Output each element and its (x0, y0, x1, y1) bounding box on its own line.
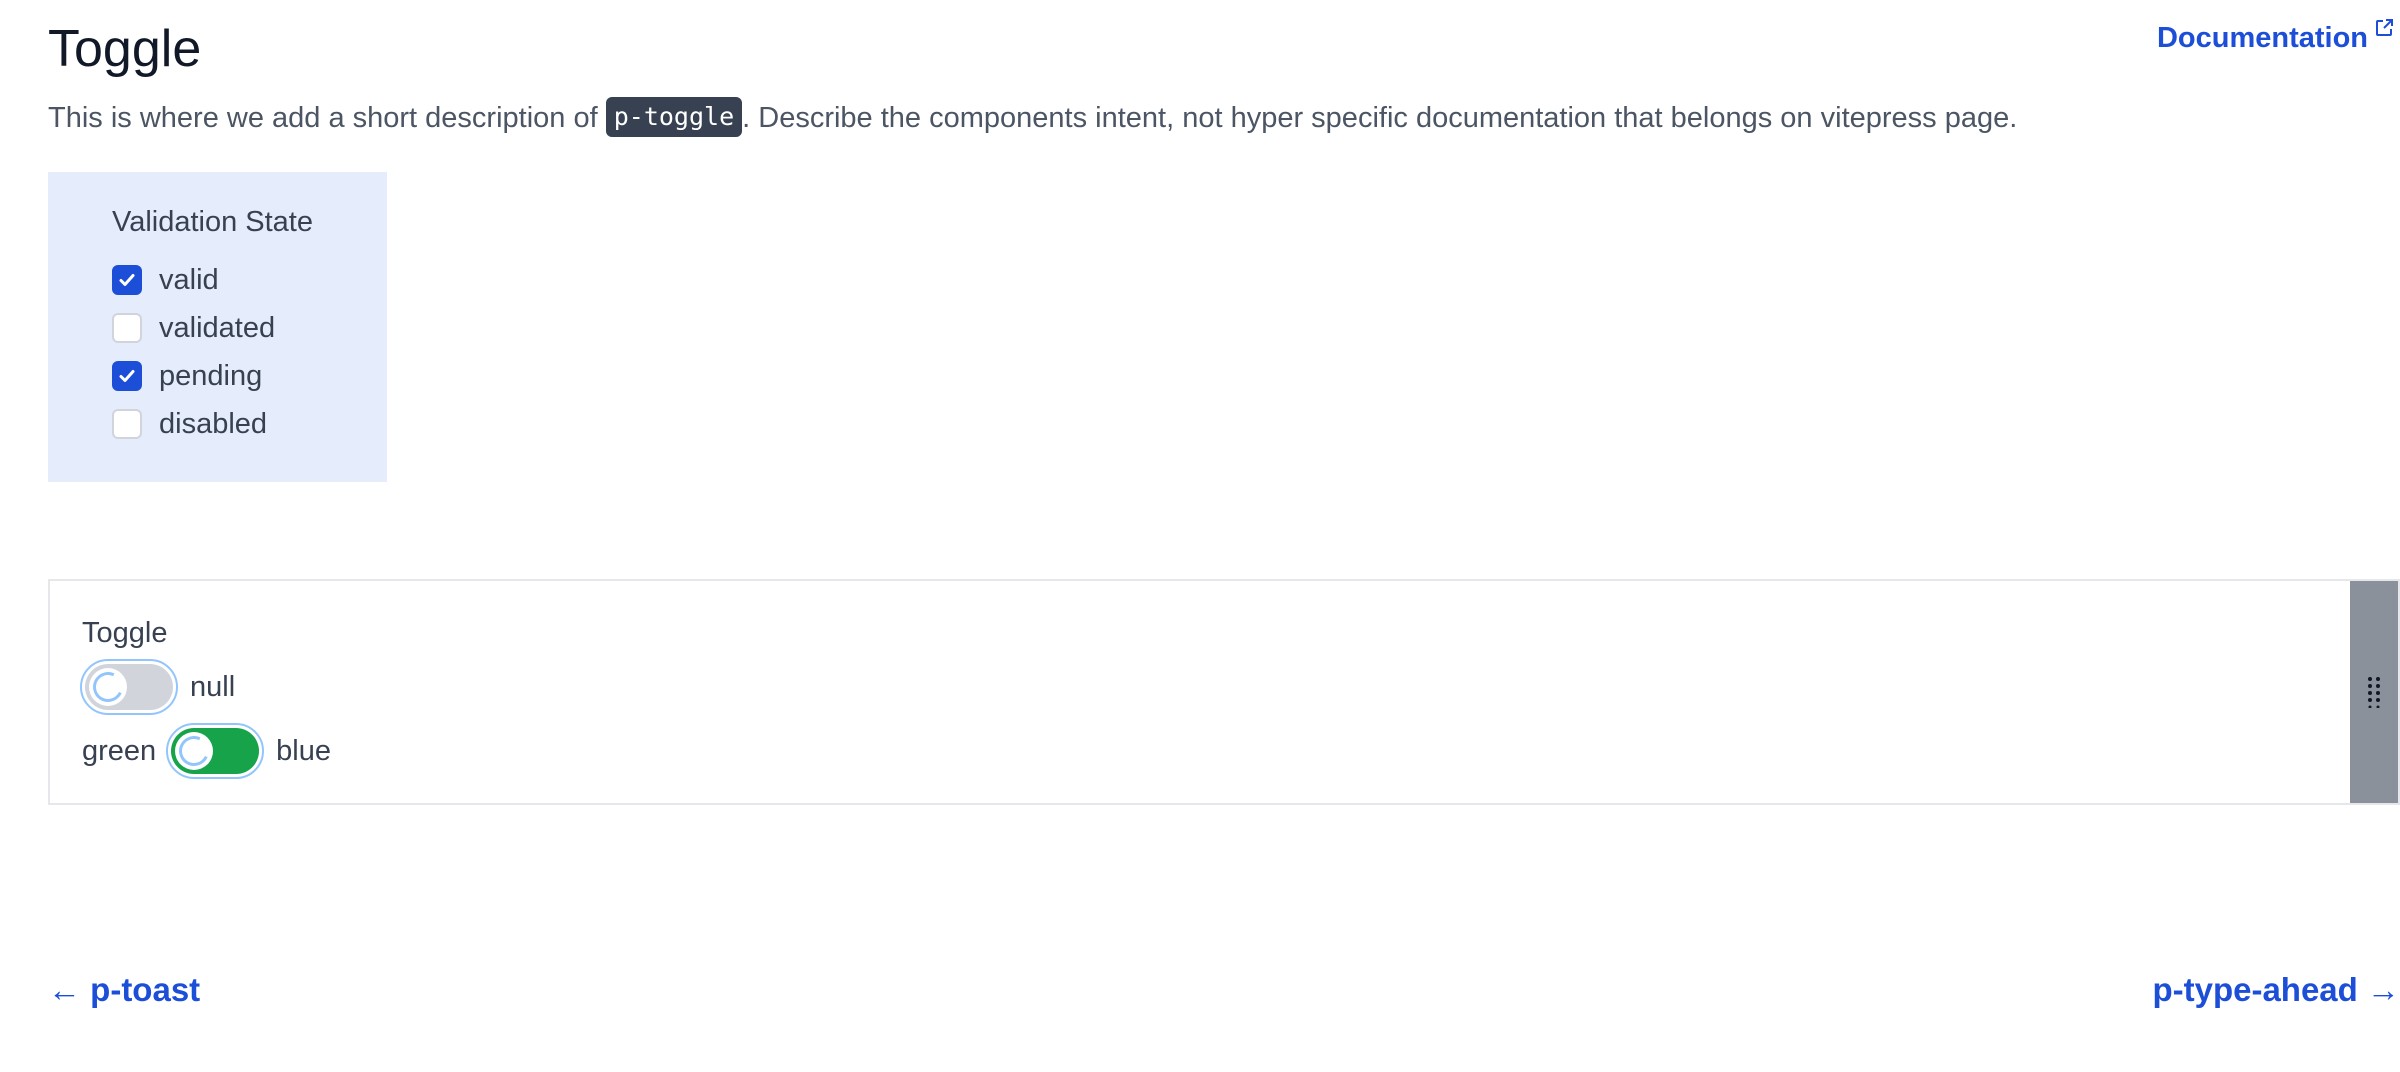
toggle-before-label: green (82, 734, 157, 767)
page-title: Toggle (48, 20, 202, 78)
checkbox[interactable] (112, 409, 142, 439)
toggle-switch-null[interactable] (85, 664, 173, 710)
component-demo-area: Toggle null green blue (48, 579, 2400, 805)
checkbox[interactable] (112, 265, 142, 295)
checkbox-label: validated (159, 311, 276, 344)
resize-drag-handle[interactable] (2350, 581, 2398, 803)
toggle-knob (174, 731, 214, 771)
next-page-link[interactable]: p-type-ahead → (2152, 968, 2400, 1012)
toggle-field-label: Toggle (82, 617, 168, 649)
toggle-row-green-blue: green blue (82, 723, 331, 779)
toggle-after-label: blue (276, 734, 331, 767)
checkbox[interactable] (112, 313, 142, 343)
toggle-after-label: null (190, 670, 236, 703)
check-icon (119, 274, 135, 286)
validation-state-panel: Validation State valid validated pending… (48, 172, 387, 482)
toggle-switch-green-blue[interactable] (171, 728, 260, 774)
checkbox[interactable] (112, 361, 142, 391)
toggle-knob (88, 667, 128, 707)
check-icon (119, 370, 135, 382)
checkbox-validated[interactable]: validated (112, 304, 387, 352)
component-code-tag: p-toggle (605, 97, 743, 137)
checkbox-valid[interactable]: valid (112, 256, 387, 304)
checkbox-disabled[interactable]: disabled (112, 400, 387, 448)
checkbox-label: pending (159, 359, 263, 392)
toggle-focus-ring[interactable] (166, 723, 265, 779)
documentation-link[interactable]: Documentation (2157, 18, 2394, 58)
description-text-after: . Describe the components intent, not hy… (742, 102, 2018, 134)
page-description: This is where we add a short description… (48, 96, 2017, 140)
drag-handle-icon (2368, 677, 2380, 708)
loading-spinner-icon (174, 731, 214, 771)
description-text-before: This is where we add a short description… (48, 102, 606, 134)
prev-page-link[interactable]: ← p-toast (48, 968, 200, 1012)
toggle-row-null: null (80, 659, 235, 715)
checkbox-label: valid (159, 263, 219, 296)
loading-spinner-icon (88, 667, 128, 707)
checkbox-pending[interactable]: pending (112, 352, 387, 400)
checkbox-label: disabled (159, 407, 268, 440)
external-link-icon (2376, 19, 2393, 36)
documentation-link-label: Documentation (2156, 22, 2368, 54)
toggle-focus-ring[interactable] (80, 659, 178, 715)
validation-state-heading: Validation State (112, 206, 313, 238)
